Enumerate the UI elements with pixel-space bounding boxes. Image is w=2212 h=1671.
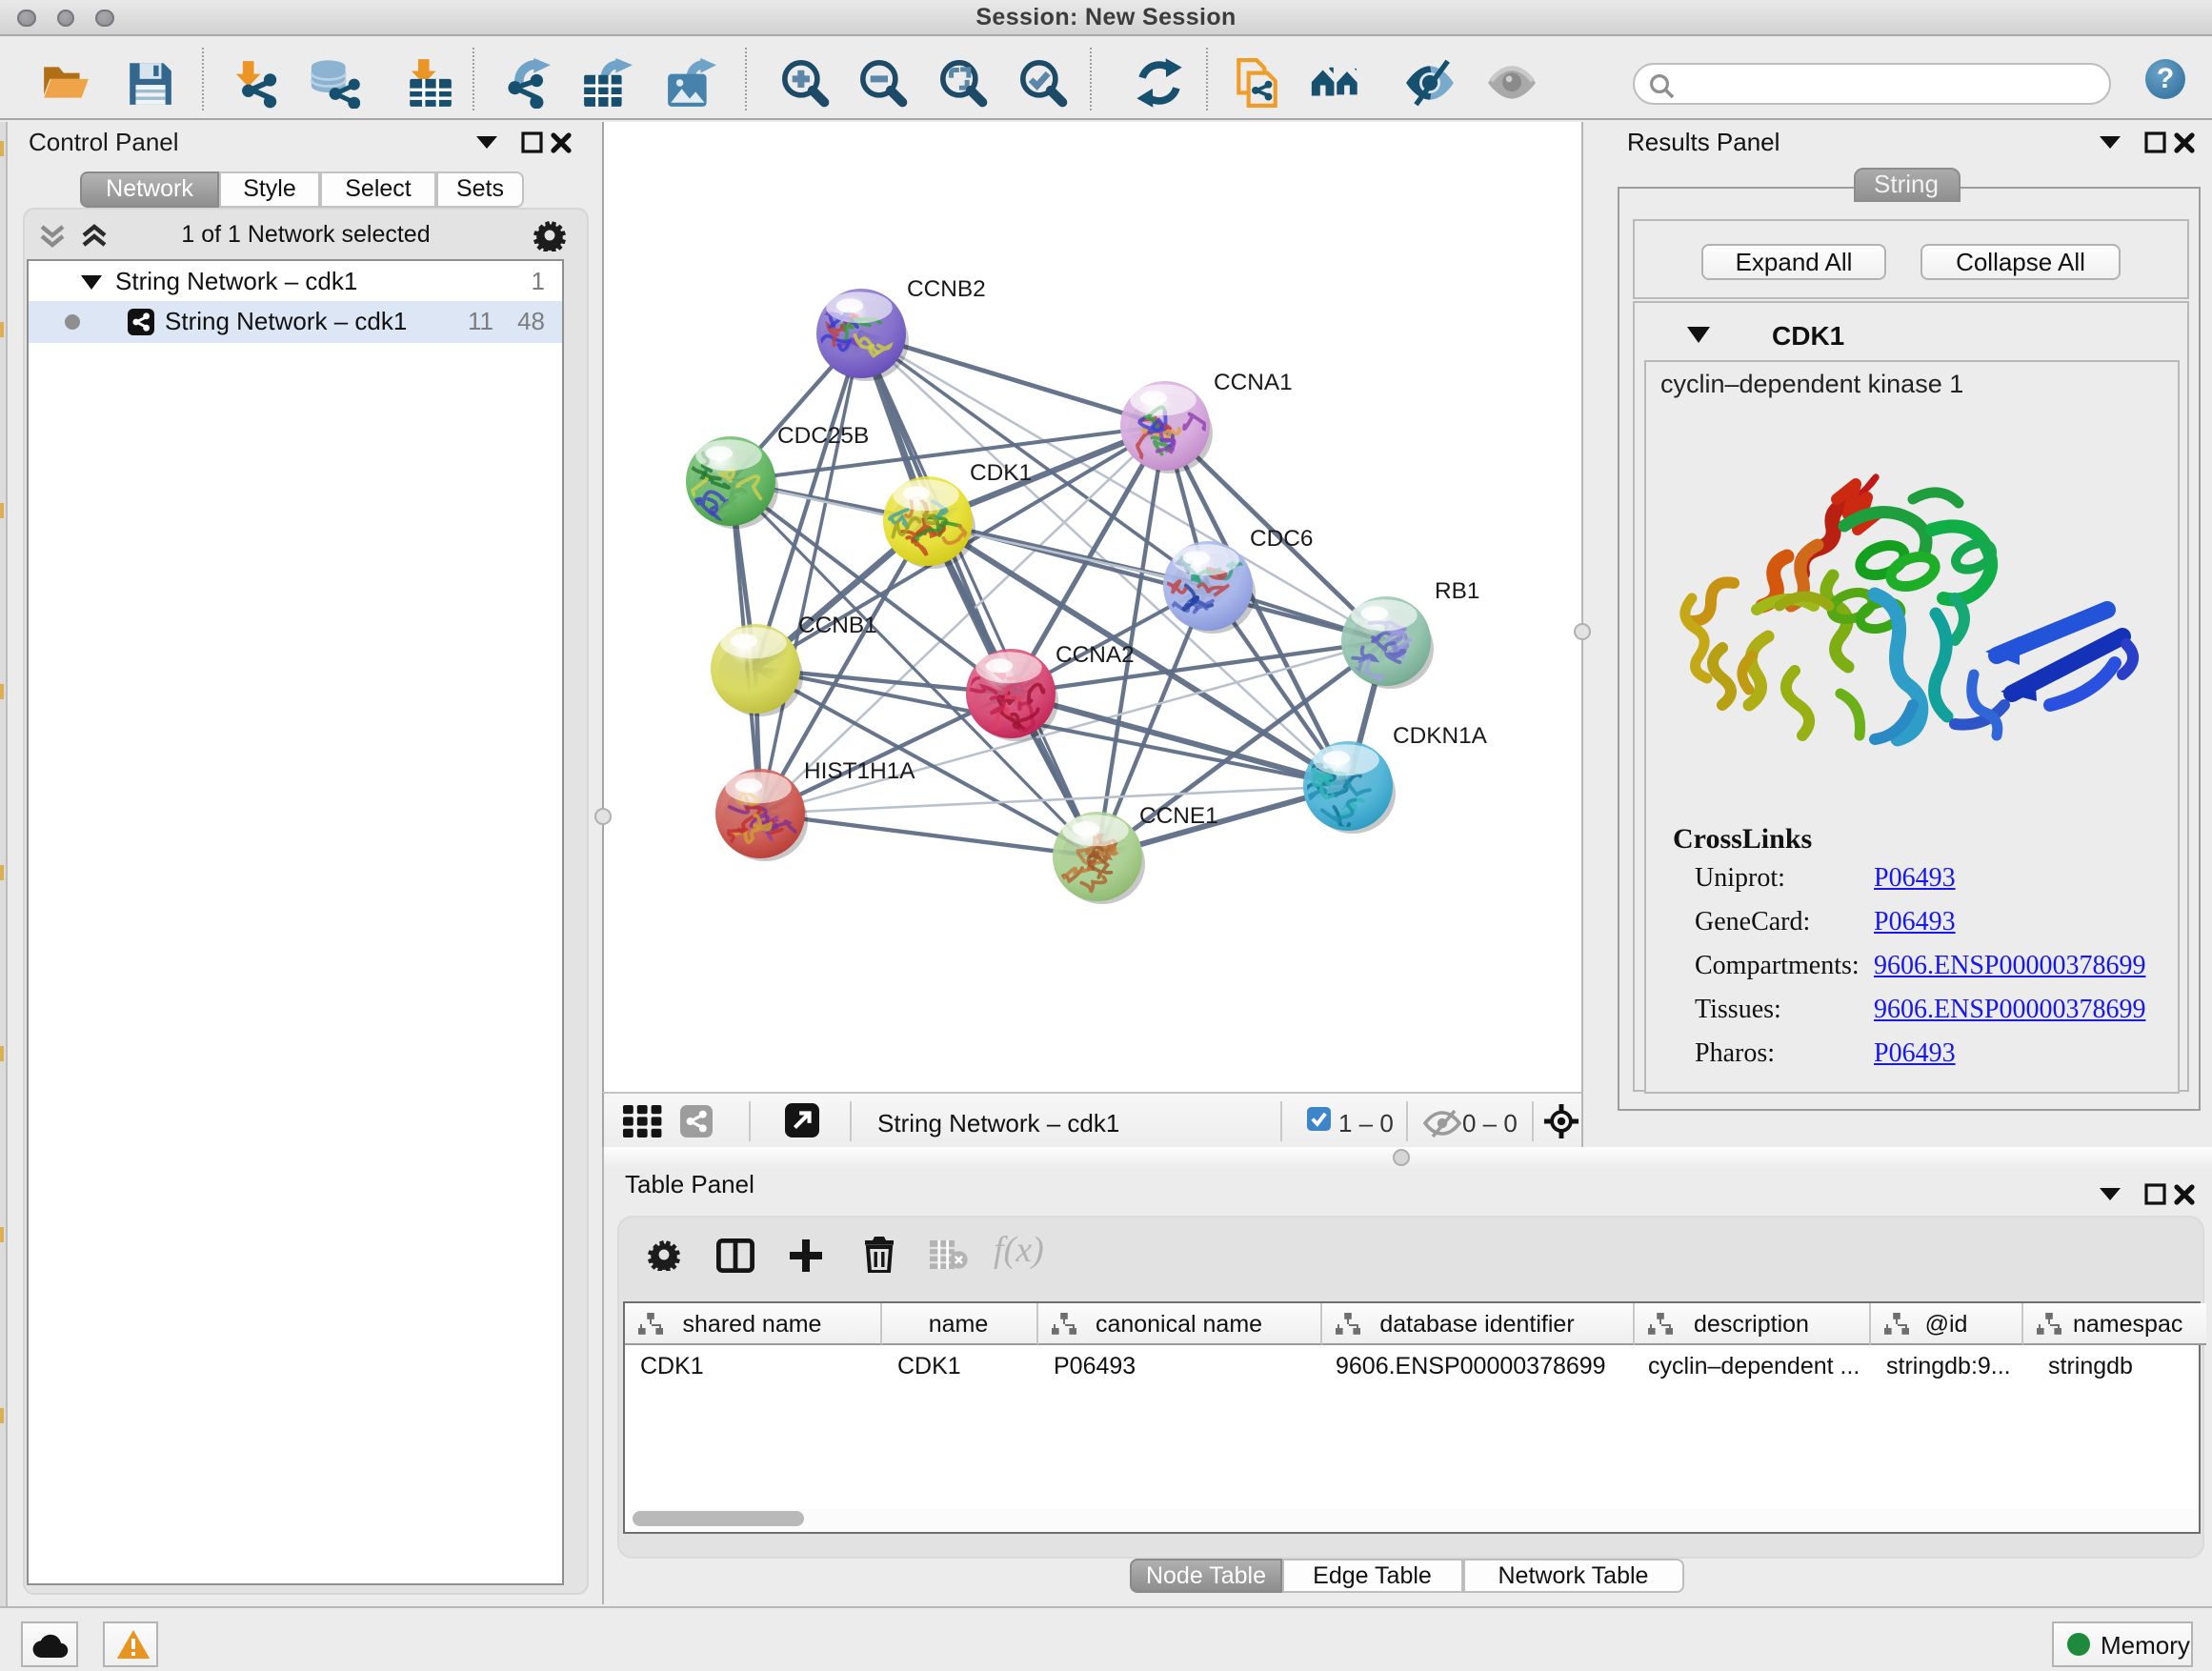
svg-text:HIST1H1A: HIST1H1A [804,757,915,783]
svg-text:CDKN1A: CDKN1A [1393,722,1488,748]
svg-text:CDC6: CDC6 [1250,525,1313,551]
svg-text:CCNE1: CCNE1 [1139,802,1218,828]
svg-text:CCNB1: CCNB1 [798,612,877,637]
svg-text:CDK1: CDK1 [970,459,1032,485]
svg-text:CDC25B: CDC25B [777,422,869,448]
svg-text:RB1: RB1 [1435,577,1479,603]
svg-text:CCNA1: CCNA1 [1214,369,1293,394]
svg-text:CCNA2: CCNA2 [1056,641,1135,667]
svg-text:CCNB2: CCNB2 [907,275,986,301]
